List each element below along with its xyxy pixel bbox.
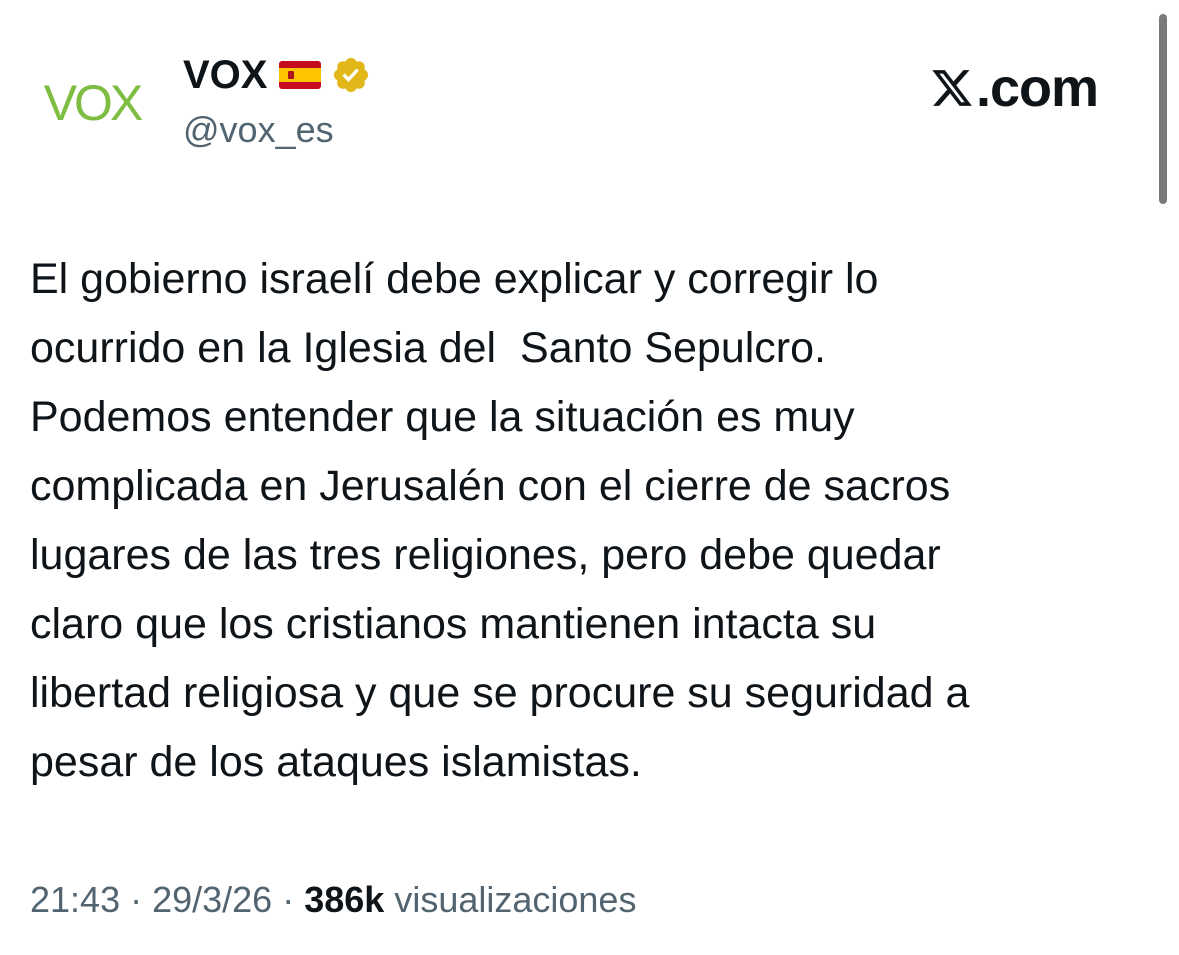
tweet-time[interactable]: 21:43 xyxy=(30,879,120,920)
views-label: visualizaciones xyxy=(394,879,637,920)
avatar[interactable]: VOX xyxy=(22,58,162,148)
tweet-header: VOX VOX @vox_es .com xyxy=(0,0,1150,200)
scrollbar[interactable] xyxy=(1159,14,1167,204)
meta-separator: · xyxy=(282,879,295,920)
tweet-date[interactable]: 29/3/26 xyxy=(152,879,272,920)
brand-domain-text: .com xyxy=(975,58,1099,118)
verified-badge-icon[interactable] xyxy=(331,55,371,95)
tweet-text: El gobierno israelí debe explicar y corr… xyxy=(30,255,970,786)
x-logo-icon xyxy=(930,65,974,111)
meta-separator: · xyxy=(130,879,143,920)
author-name-row: VOX xyxy=(183,50,371,100)
author-display-name[interactable]: VOX xyxy=(183,55,267,95)
spain-flag-icon xyxy=(279,61,322,89)
author-handle[interactable]: @vox_es xyxy=(183,108,334,151)
x-com-watermark: .com xyxy=(930,58,1099,118)
views-count: 386k xyxy=(304,879,385,920)
tweet-meta: 21:43 · 29/3/26 · 386k visualizaciones xyxy=(30,878,636,921)
avatar-logo-text: VOX xyxy=(43,75,144,131)
